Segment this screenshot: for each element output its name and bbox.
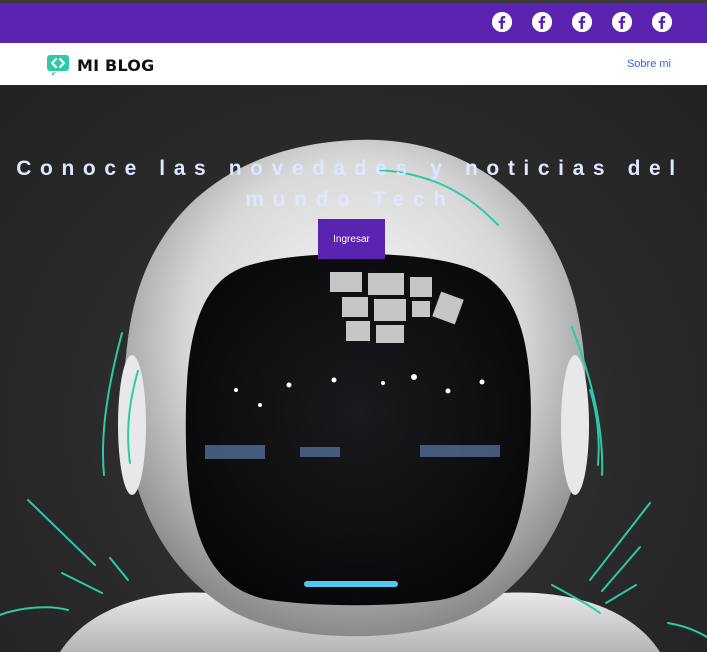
facebook-icon[interactable] — [492, 12, 512, 32]
hero-section: Conoce las novedades y noticias del mund… — [0, 85, 707, 652]
code-brackets-icon — [47, 55, 69, 76]
facebook-icon[interactable] — [532, 12, 552, 32]
facebook-icon[interactable] — [572, 12, 592, 32]
site-logo[interactable]: MI BLOG — [46, 54, 154, 76]
logo-text: MI BLOG — [77, 55, 155, 75]
ingresar-button[interactable]: Ingresar — [318, 219, 385, 259]
facebook-icon[interactable] — [652, 12, 672, 32]
top-social-bar — [0, 0, 707, 43]
main-navbar: MI BLOG Sobre mi — [0, 43, 707, 85]
nav-link-sobre-mi[interactable]: Sobre mi — [627, 58, 671, 70]
facebook-icon[interactable] — [612, 12, 632, 32]
hero-title: Conoce las novedades y noticias del mund… — [16, 157, 684, 211]
